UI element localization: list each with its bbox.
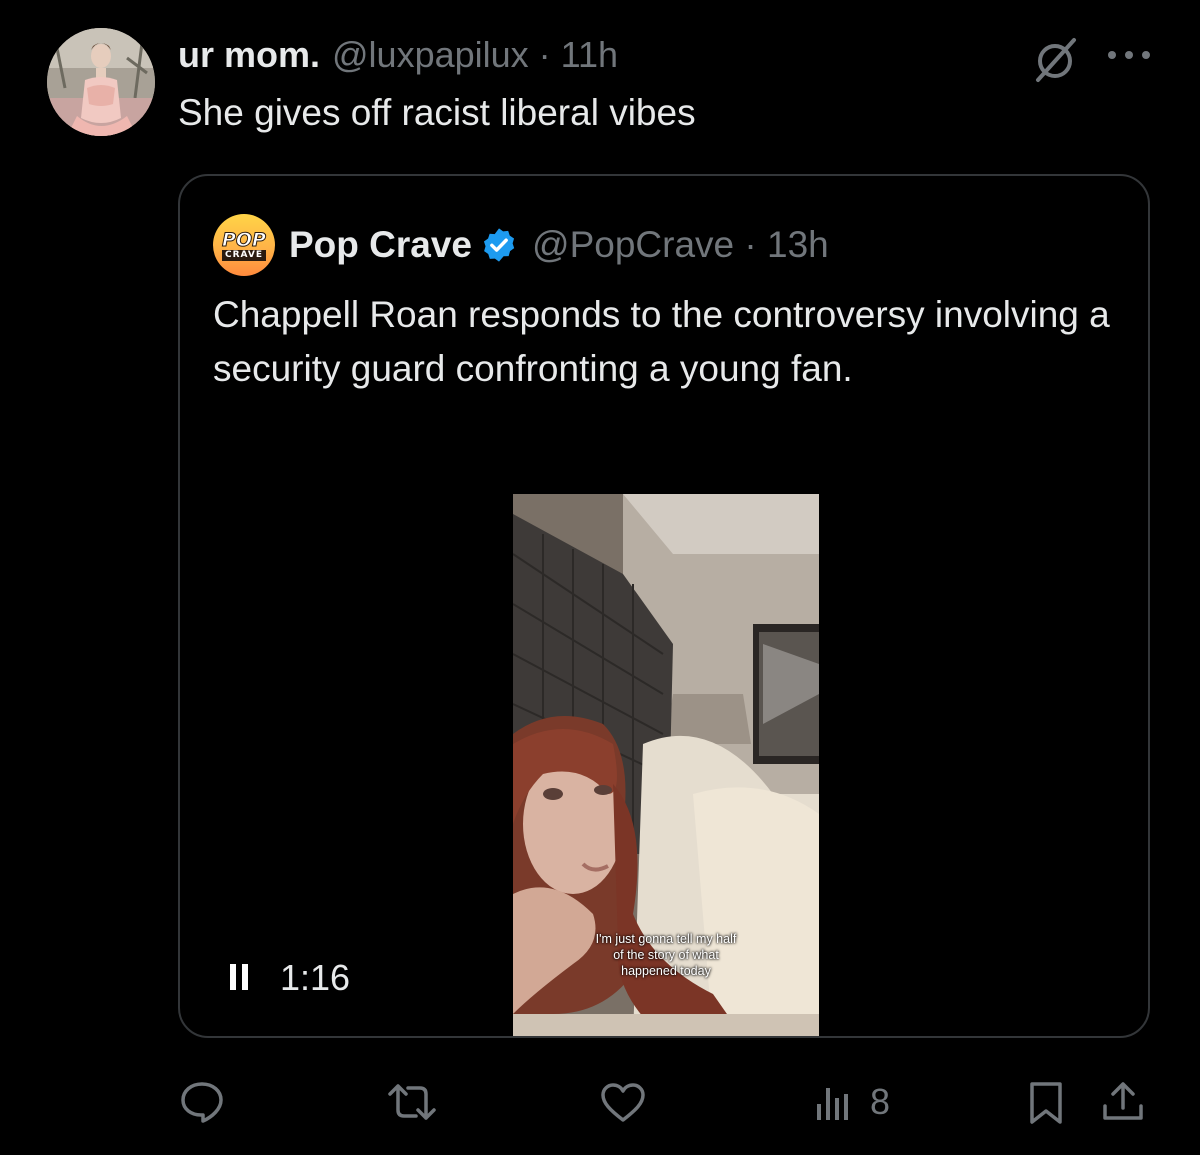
quoted-post-text: Chappell Roan responds to the controvers…	[213, 294, 1110, 389]
views-icon[interactable]	[814, 1084, 854, 1122]
quoted-avatar[interactable]: POP CRAVE	[213, 214, 275, 276]
caption-line: of the story of what	[613, 948, 719, 962]
more-icon[interactable]	[1105, 48, 1153, 62]
quoted-handle-and-time[interactable]: @PopCrave · 13h	[532, 224, 829, 266]
pause-icon[interactable]	[228, 962, 252, 992]
post[interactable]: ur mom. @luxpapilux · 11h She gives off …	[0, 0, 1200, 1155]
share-icon[interactable]	[1100, 1078, 1146, 1124]
caption-line: I'm just gonna tell my half	[595, 932, 737, 946]
like-icon[interactable]	[600, 1082, 646, 1124]
user-avatar[interactable]	[47, 28, 155, 136]
quoted-post[interactable]: POP CRAVE Pop Crave @PopCrave · 13h Chap…	[178, 174, 1150, 1038]
video-caption: I'm just gonna tell my half of the story…	[513, 931, 819, 979]
quoted-display-name[interactable]: Pop Crave	[289, 224, 472, 266]
post-header: ur mom. @luxpapilux · 11h	[178, 30, 618, 80]
reply-icon[interactable]	[179, 1080, 225, 1124]
verified-badge-icon	[483, 228, 515, 262]
repost-icon[interactable]	[386, 1082, 438, 1122]
bookmark-icon[interactable]	[1027, 1080, 1065, 1126]
post-text: She gives off racist liberal vibes	[178, 92, 696, 133]
views-count: 8	[870, 1081, 891, 1122]
avatar-logo-text-bottom: CRAVE	[221, 250, 266, 261]
video-duration: 1:16	[280, 957, 351, 998]
handle-and-time[interactable]: @luxpapilux · 11h	[332, 34, 618, 76]
caption-line: happened today	[621, 964, 711, 978]
avatar-logo-text-top: POP	[221, 229, 266, 251]
video-player[interactable]: I'm just gonna tell my half of the story…	[513, 494, 819, 1036]
display-name[interactable]: ur mom.	[178, 34, 320, 76]
grok-icon[interactable]	[1030, 34, 1080, 84]
quoted-post-header: POP CRAVE Pop Crave @PopCrave · 13h	[213, 214, 829, 276]
